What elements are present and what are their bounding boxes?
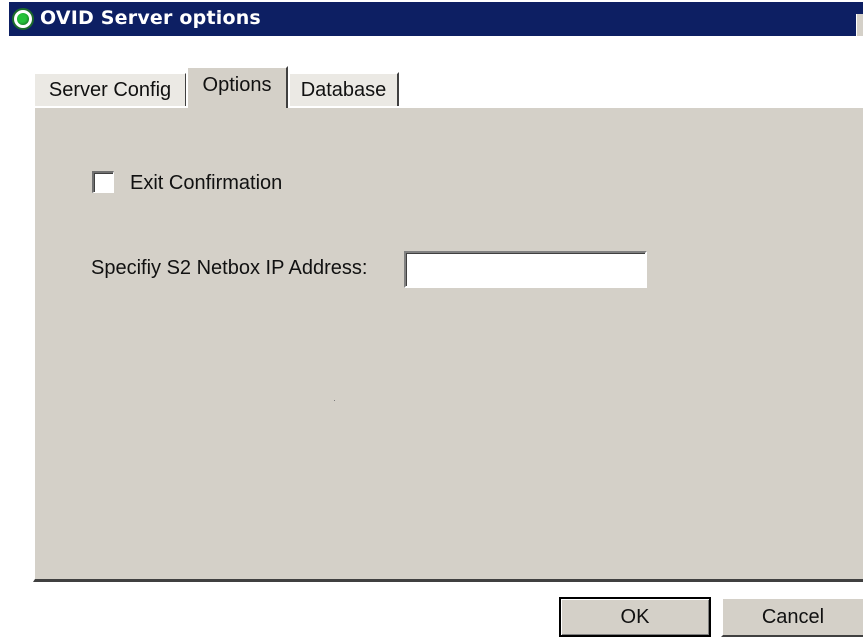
- ok-button-label: OK: [620, 605, 650, 628]
- app-status-icon: [12, 8, 34, 30]
- tab-label: Database: [300, 78, 387, 101]
- tab-label: Server Config: [48, 78, 172, 101]
- cancel-button[interactable]: Cancel: [721, 597, 863, 637]
- dialog-window: OVID Server options Server Config Databa…: [0, 0, 863, 638]
- title-bar[interactable]: OVID Server options: [0, 0, 863, 38]
- ok-button[interactable]: OK: [559, 597, 711, 637]
- cancel-button-label: Cancel: [761, 605, 825, 628]
- title-bar-control-edge[interactable]: [856, 14, 863, 36]
- tab-options[interactable]: Options: [186, 66, 288, 108]
- exit-confirmation-checkbox[interactable]: [92, 171, 114, 193]
- netbox-ip-label: Specifiy S2 Netbox IP Address:: [91, 257, 368, 279]
- tab-database[interactable]: Database: [288, 72, 399, 106]
- tab-label: Options: [202, 74, 272, 96]
- exit-confirmation-label[interactable]: Exit Confirmation: [130, 172, 282, 195]
- tab-server-config[interactable]: Server Config: [33, 72, 187, 106]
- stray-pixel: [334, 400, 335, 401]
- netbox-ip-input[interactable]: [404, 251, 647, 288]
- window-title: OVID Server options: [40, 7, 261, 29]
